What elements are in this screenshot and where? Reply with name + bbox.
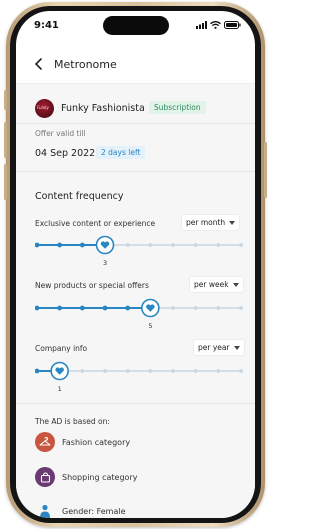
frequency-slider-company-info[interactable] <box>35 361 243 381</box>
shopping-bag-icon <box>35 467 55 487</box>
slider-step-dot <box>216 306 221 310</box>
volume-down-button <box>4 164 7 200</box>
slider-step-dot <box>35 305 40 311</box>
slider-step-dot <box>79 305 85 311</box>
slider-value-exclusive: 3 <box>103 259 108 267</box>
ad-basis-title: The AD is based on: <box>35 417 110 426</box>
top-bar: Metronome <box>16 44 255 84</box>
dynamic-island <box>103 16 169 35</box>
wifi-icon <box>210 21 221 29</box>
slider-thumb <box>50 361 69 381</box>
slider-step-dot <box>148 243 153 247</box>
slider-value-new-products: 5 <box>148 322 153 330</box>
status-time: 9:41 <box>34 20 59 31</box>
slider-step-dot <box>171 243 175 247</box>
slider-step-dot <box>193 369 198 373</box>
slider-step-dot <box>102 305 108 311</box>
page-title: Metronome <box>54 58 117 71</box>
slider-track[interactable] <box>35 235 243 255</box>
ad-basis-label: Fashion category <box>62 438 131 447</box>
brand-logo: Funky <box>35 99 54 118</box>
period-dropdown-value: per year <box>198 343 230 352</box>
slider-step-dot <box>125 243 130 247</box>
frequency-slider-new-products[interactable] <box>35 298 243 318</box>
slider-step-dot <box>125 369 130 373</box>
signal-icon <box>196 21 207 29</box>
period-dropdown-value: per week <box>194 280 229 289</box>
slider-step-dot <box>171 369 175 373</box>
slider-step-dot <box>57 305 63 311</box>
period-dropdown-new-products[interactable]: per week <box>190 277 243 292</box>
ad-basis-label: Gender: Female <box>62 507 126 516</box>
slider-step-dot <box>35 368 40 374</box>
slider-step-dot <box>239 369 243 373</box>
person-icon <box>35 501 55 518</box>
hanger-icon <box>35 432 55 452</box>
slider-step-dot <box>171 306 175 310</box>
slider-step-dot <box>79 242 85 248</box>
ad-basis-item-shopping: Shopping category <box>35 467 235 489</box>
slider-step-dot <box>80 369 85 373</box>
slider-track[interactable] <box>35 298 243 318</box>
slider-thumb <box>95 235 115 255</box>
slider-thumb <box>141 298 160 318</box>
slider-step-dot <box>193 306 198 310</box>
ad-basis-item-fashion: Fashion category <box>35 432 235 454</box>
slider-track[interactable] <box>35 361 243 381</box>
status-icons <box>196 21 241 29</box>
chevron-down-icon <box>233 346 240 350</box>
slider-step-dot <box>103 369 107 373</box>
period-dropdown-company-info[interactable]: per year <box>194 340 244 355</box>
back-arrow-icon[interactable] <box>32 56 46 72</box>
offer-date: 04 Sep 2022 <box>35 148 96 159</box>
brand-row: Funky Funky Fashionista Subscription <box>16 91 255 123</box>
slider-step-dot <box>239 306 243 310</box>
side-button <box>4 90 7 110</box>
battery-icon <box>224 21 241 29</box>
frequency-slider-exclusive[interactable] <box>35 235 243 255</box>
divider <box>16 123 255 124</box>
content-frequency-title: Content frequency <box>35 191 124 202</box>
chevron-down-icon <box>229 221 236 225</box>
slider-step-dot <box>216 369 221 373</box>
power-button <box>264 142 267 198</box>
slider-step-dot <box>193 243 198 247</box>
period-dropdown-value: per month <box>186 218 226 227</box>
slider-step-dot <box>148 369 153 373</box>
divider <box>16 403 255 404</box>
brand-logo-text: Funky <box>37 105 49 110</box>
frequency-label-exclusive: Exclusive content or experience <box>35 219 156 228</box>
period-dropdown-exclusive[interactable]: per month <box>182 215 240 230</box>
subscription-badge: Subscription <box>149 101 206 114</box>
slider-step-dot <box>216 243 221 247</box>
ad-basis-label: Shopping category <box>62 473 138 482</box>
slider-step-dot <box>125 305 131 311</box>
ad-basis-item-gender: Gender: Female <box>35 501 235 518</box>
slider-step-dot <box>57 242 63 248</box>
divider <box>16 171 255 172</box>
phone-screen: 9:41 Metronome Funky Funky Fashionista S… <box>16 11 255 518</box>
slider-value-company-info: 1 <box>57 385 62 393</box>
volume-up-button <box>4 122 7 158</box>
frequency-label-company-info: Company info <box>35 344 88 353</box>
days-left-badge: 2 days left <box>96 146 146 159</box>
frequency-label-new-products: New products or special offers <box>35 281 149 290</box>
slider-step-dot <box>35 242 40 248</box>
brand-name: Funky Fashionista <box>61 103 145 114</box>
chevron-down-icon <box>232 283 239 287</box>
offer-label: Offer valid till <box>35 129 86 138</box>
slider-step-dot <box>239 243 243 247</box>
